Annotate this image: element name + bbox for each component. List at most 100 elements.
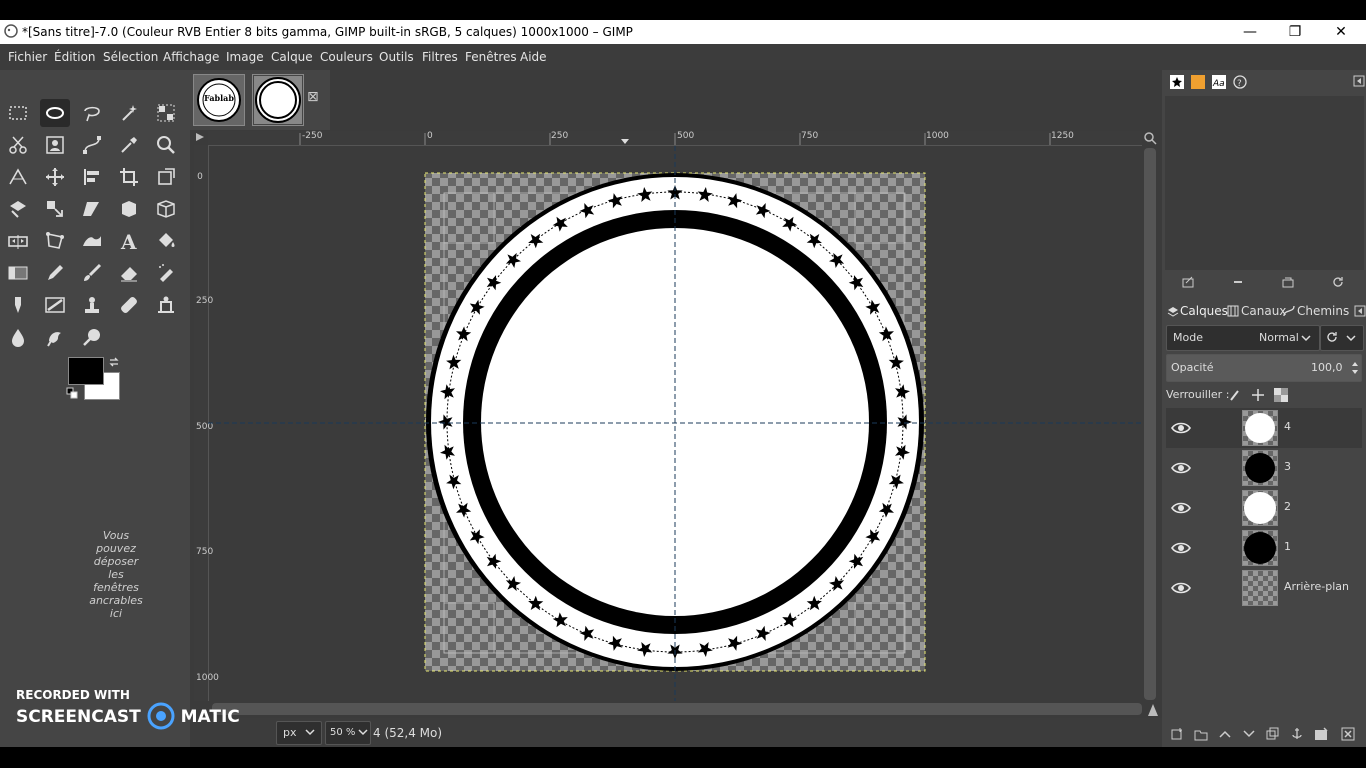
paintbrush-icon[interactable] (77, 259, 107, 287)
perspective-icon[interactable] (151, 195, 181, 223)
image-tab-current[interactable] (252, 74, 304, 126)
close-image-tab-icon[interactable]: ⊠ (307, 89, 319, 105)
horizontal-scrollbar[interactable] (212, 703, 1142, 715)
move-icon[interactable] (40, 163, 70, 191)
unit-select[interactable]: px (276, 721, 322, 745)
visibility-eye-icon[interactable] (1170, 538, 1192, 558)
gradient-icon[interactable] (3, 259, 33, 287)
brushes-icon[interactable] (1170, 75, 1184, 92)
patterns-icon[interactable] (1191, 75, 1205, 92)
lasso-icon[interactable] (77, 99, 107, 127)
raise-layer-icon[interactable] (1218, 727, 1232, 744)
layer-row[interactable]: Arrière-plan (1166, 568, 1362, 608)
zoom-icon[interactable] (151, 131, 181, 159)
fuzzy-select-icon[interactable] (114, 99, 144, 127)
zoom-to-fit-icon[interactable] (1143, 131, 1157, 148)
layer-mask-icon[interactable] (1314, 727, 1328, 744)
menu-selection[interactable]: Sélection (103, 50, 158, 64)
shear-icon[interactable] (77, 195, 107, 223)
menu-outils[interactable]: Outils (379, 50, 414, 64)
remove-brush-icon[interactable] (1231, 275, 1245, 292)
tab-chemins[interactable]: Chemins (1283, 301, 1353, 323)
fonts-icon[interactable]: Aa (1212, 75, 1226, 92)
tab-canaux[interactable]: Canaux (1225, 301, 1286, 323)
perspective-clone-icon[interactable] (151, 291, 181, 319)
select-by-color-icon[interactable] (151, 99, 181, 127)
maximize-button[interactable]: ❐ (1273, 20, 1317, 44)
close-window-button[interactable]: ✕ (1319, 20, 1363, 44)
layer-row[interactable]: 1 (1166, 528, 1362, 568)
minimize-button[interactable]: — (1228, 20, 1272, 44)
lower-layer-icon[interactable] (1242, 727, 1256, 744)
handle-transform-icon[interactable] (40, 227, 70, 255)
canvas-drawing[interactable] (208, 146, 1142, 701)
menu-edition[interactable]: Édition (54, 50, 96, 64)
bucket-fill-icon[interactable] (151, 227, 181, 255)
heal-icon[interactable] (114, 291, 144, 319)
composite-mode-select[interactable] (1320, 325, 1364, 351)
image-tab-fablab[interactable]: Fablab (193, 74, 245, 126)
new-layer-icon[interactable] (1170, 727, 1184, 744)
visibility-eye-icon[interactable] (1170, 578, 1192, 598)
mypaint-brush-icon[interactable] (40, 291, 70, 319)
blur-sharpen-icon[interactable] (3, 323, 33, 351)
cage-transform-icon[interactable] (114, 195, 144, 223)
lock-pixels-icon[interactable] (1228, 388, 1242, 405)
menu-calque[interactable]: Calque (271, 50, 313, 64)
clone-stamp-icon[interactable] (77, 291, 107, 319)
menu-couleurs[interactable]: Couleurs (320, 50, 373, 64)
visibility-eye-icon[interactable] (1170, 418, 1192, 438)
edit-brush-icon[interactable] (1181, 275, 1195, 292)
menu-fenetres[interactable]: Fenêtres (465, 50, 517, 64)
airbrush-icon[interactable] (151, 259, 181, 287)
help-icon[interactable]: ? (1233, 75, 1247, 92)
layer-row[interactable]: 4 (1166, 408, 1362, 448)
menu-affichage[interactable]: Affichage (163, 50, 219, 64)
new-layer-group-icon[interactable] (1194, 727, 1208, 744)
tab-calques[interactable]: Calques (1165, 301, 1228, 323)
refresh-icon[interactable] (1331, 275, 1345, 292)
text-tool-icon[interactable]: A (114, 227, 144, 255)
lock-position-icon[interactable] (1251, 388, 1265, 405)
warp-transform-icon[interactable] (3, 195, 33, 223)
ellipse-select-icon[interactable] (40, 99, 70, 127)
ink-icon[interactable] (3, 291, 33, 319)
duplicate-layer-icon[interactable] (1266, 727, 1280, 744)
measure-icon[interactable] (3, 163, 33, 191)
rect-select-icon[interactable] (3, 99, 33, 127)
delete-layer-icon[interactable] (1341, 727, 1355, 744)
dodge-burn-icon[interactable] (77, 323, 107, 351)
smudge-icon[interactable] (40, 323, 70, 351)
default-colors-icon[interactable] (66, 387, 78, 402)
crop-icon[interactable] (114, 163, 144, 191)
foreground-select-icon[interactable] (40, 131, 70, 159)
visibility-eye-icon[interactable] (1170, 498, 1192, 518)
spin-arrows-icon[interactable] (1351, 359, 1359, 380)
mode-select[interactable]: Mode Normal (1166, 325, 1320, 351)
vertical-scrollbar[interactable] (1144, 148, 1156, 700)
duplicate-brush-icon[interactable] (1281, 275, 1295, 292)
paths-tool-icon[interactable] (77, 131, 107, 159)
anchor-layer-icon[interactable] (1290, 727, 1304, 744)
layer-row[interactable]: 3 (1166, 448, 1362, 488)
flip-icon[interactable] (3, 227, 33, 255)
ruler-corner-icon[interactable] (194, 131, 206, 143)
scissors-icon[interactable] (3, 131, 33, 159)
dock-menu-icon[interactable] (1353, 75, 1365, 90)
smudge-warp-icon[interactable] (77, 227, 107, 255)
layers-dock-menu-icon[interactable] (1354, 305, 1366, 320)
visibility-eye-icon[interactable] (1170, 458, 1192, 478)
menu-fichier[interactable]: Fichier (8, 50, 47, 64)
eraser-icon[interactable] (114, 259, 144, 287)
menu-aide[interactable]: Aide (520, 50, 547, 64)
menu-filtres[interactable]: Filtres (422, 50, 458, 64)
color-picker-icon[interactable] (114, 131, 144, 159)
lock-alpha-icon[interactable] (1274, 388, 1288, 405)
menu-image[interactable]: Image (226, 50, 264, 64)
swap-colors-icon[interactable] (108, 356, 120, 371)
pencil-icon[interactable] (40, 259, 70, 287)
opacity-slider[interactable]: Opacité 100,0 (1166, 354, 1362, 382)
foreground-color-swatch[interactable] (68, 357, 104, 385)
zoom-select[interactable]: 50 % (325, 721, 371, 745)
scale-icon[interactable] (40, 195, 70, 223)
